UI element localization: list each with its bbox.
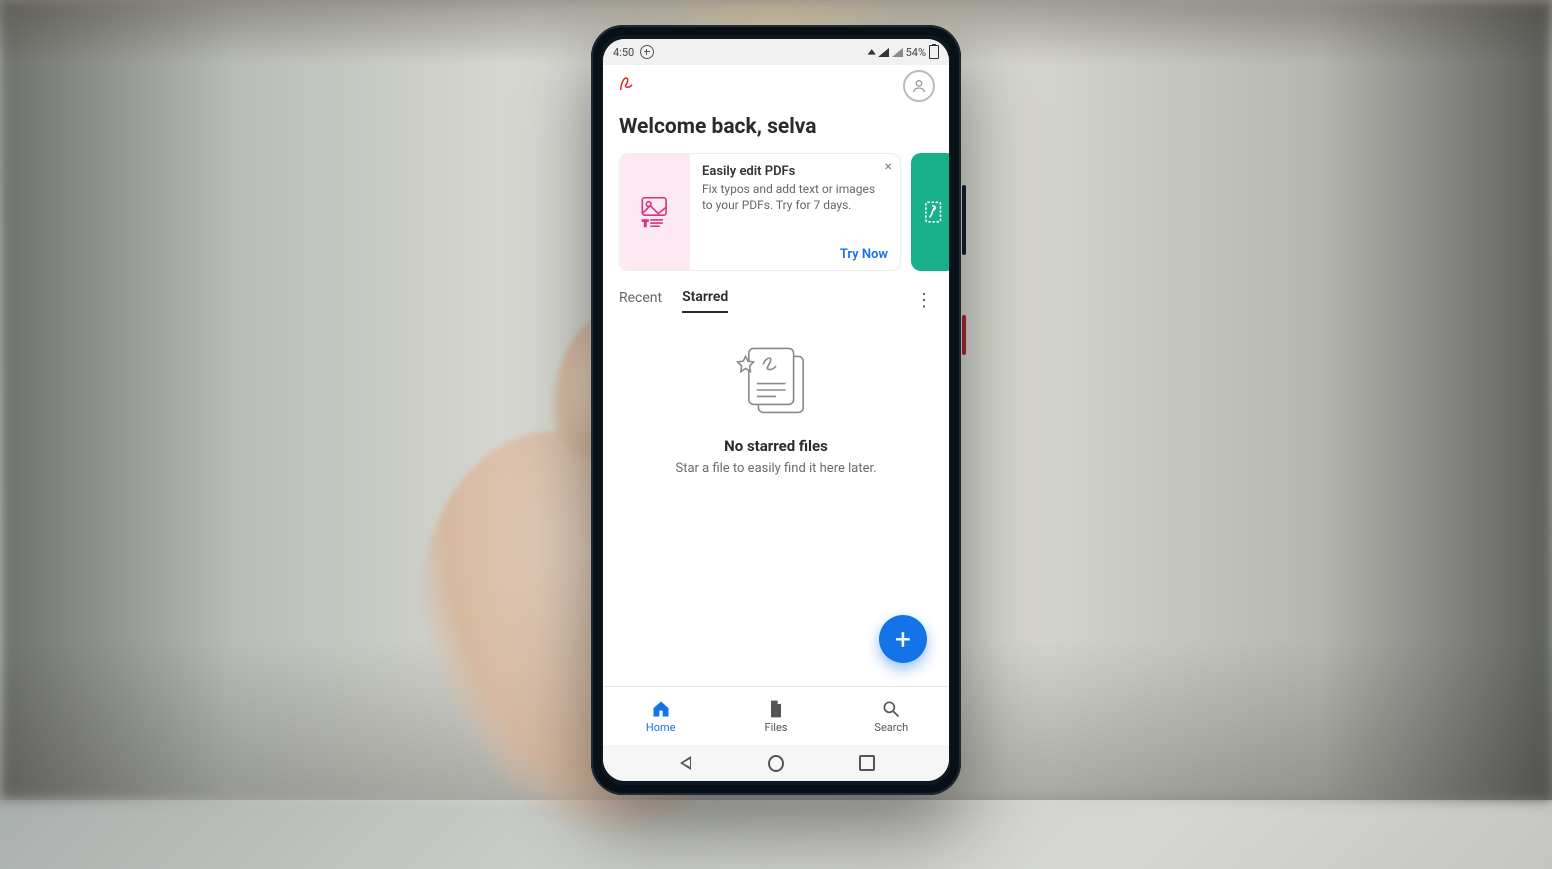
nav-search[interactable]: Search xyxy=(834,699,949,734)
nav-home-label: Home xyxy=(646,721,676,734)
wifi-icon xyxy=(869,46,875,59)
files-icon xyxy=(766,699,786,719)
acrobat-logo-icon xyxy=(617,75,635,97)
battery-percent: 54% xyxy=(906,46,926,59)
status-time: 4:50 xyxy=(613,46,634,59)
empty-state-subtitle: Star a file to easily find it here later… xyxy=(675,461,876,476)
promo-subtitle: Fix typos and add text or images to your… xyxy=(702,181,888,213)
system-back-button[interactable] xyxy=(678,755,694,771)
bottom-nav: Home Files Search xyxy=(603,686,949,745)
nav-home[interactable]: Home xyxy=(603,699,718,734)
home-icon xyxy=(651,699,671,719)
account-avatar[interactable] xyxy=(903,70,935,102)
empty-state-illustration xyxy=(728,341,824,423)
overflow-menu-icon[interactable]: ⋮ xyxy=(915,292,933,310)
promo-close-icon[interactable]: × xyxy=(885,160,892,174)
tabs-row: Recent Starred ⋮ xyxy=(603,271,949,319)
phone-screen: 4:50 54% xyxy=(603,39,949,781)
empty-state-title: No starred files xyxy=(724,437,828,455)
greeting-headline: Welcome back, selva xyxy=(603,107,949,153)
signal-icon-secondary xyxy=(892,48,903,57)
svg-text:T: T xyxy=(642,218,648,229)
status-bar: 4:50 54% xyxy=(603,39,949,65)
tab-recent[interactable]: Recent xyxy=(619,290,662,312)
signal-icon xyxy=(878,48,889,57)
battery-icon xyxy=(929,45,939,59)
system-home-button[interactable] xyxy=(768,755,784,771)
promo-title: Easily edit PDFs xyxy=(702,164,888,179)
system-recents-button[interactable] xyxy=(859,755,875,771)
data-saver-icon xyxy=(640,45,654,59)
side-button xyxy=(962,315,966,355)
power-button xyxy=(962,185,966,255)
nav-files[interactable]: Files xyxy=(718,699,833,734)
system-nav-bar xyxy=(603,745,949,781)
fab-add-button[interactable]: + xyxy=(879,615,927,663)
promo-card-edit-pdf: T × Easily edit PDFs Fix typos and add t… xyxy=(619,153,901,271)
nav-files-label: Files xyxy=(765,721,788,734)
promo-thumbnail: T xyxy=(620,154,690,270)
tab-starred[interactable]: Starred xyxy=(682,289,728,313)
promo-cta-button[interactable]: Try Now xyxy=(840,247,888,262)
promo-card-next-peek[interactable] xyxy=(911,153,949,271)
search-icon xyxy=(881,699,901,719)
app-header xyxy=(603,65,949,107)
phone-frame: 4:50 54% xyxy=(591,25,961,795)
nav-search-label: Search xyxy=(874,721,908,734)
promo-carousel[interactable]: T × Easily edit PDFs Fix typos and add t… xyxy=(603,153,949,271)
